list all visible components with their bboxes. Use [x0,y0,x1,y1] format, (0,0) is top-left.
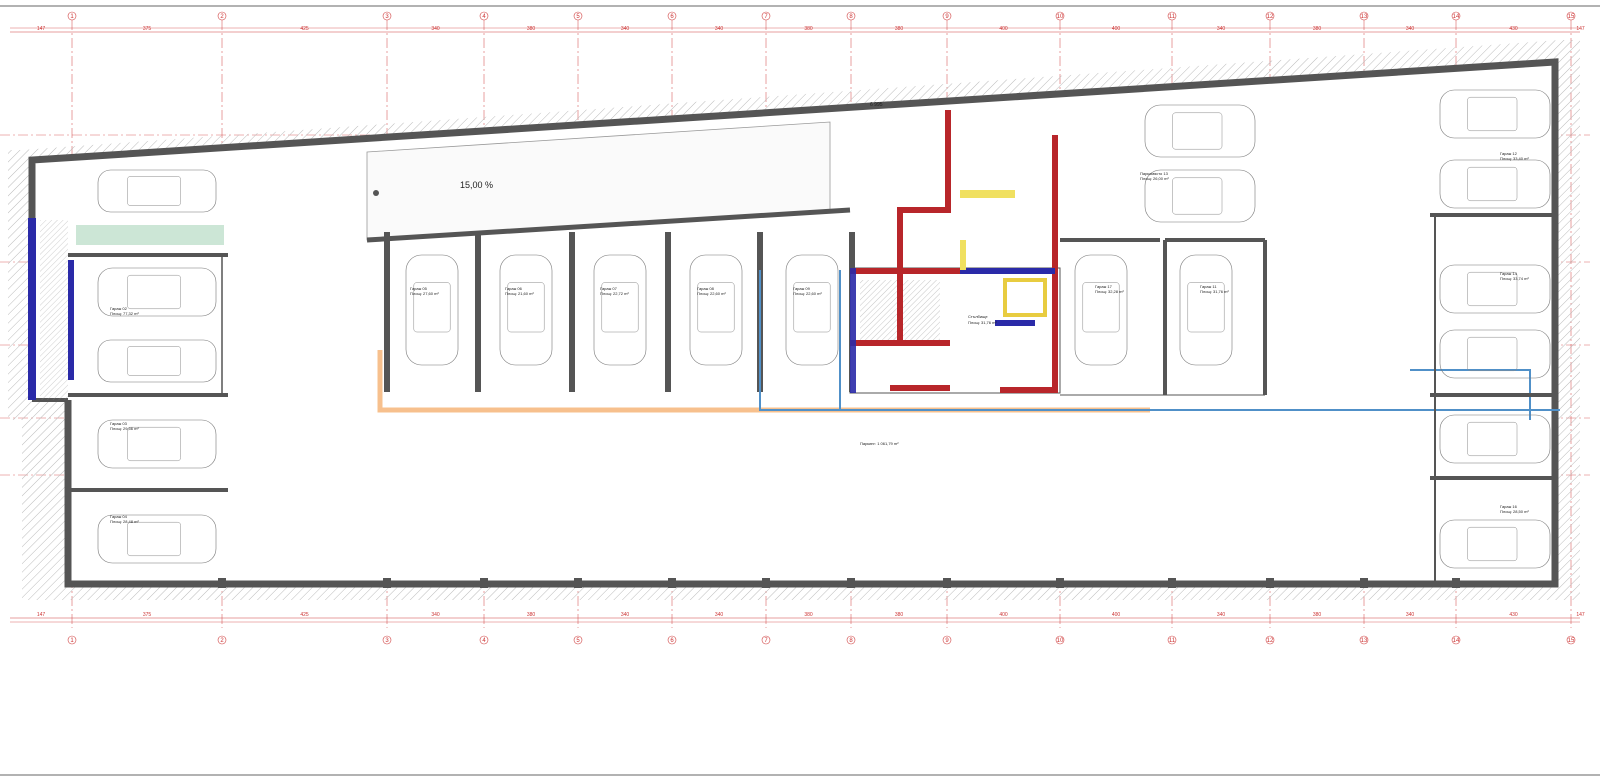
dimension-bottom: 340 [715,612,724,618]
left-stair-hatch [40,220,68,400]
axis-label-bottom: 15 [1568,638,1575,644]
floor-plan-drawing: 1122334455667788991010111112121313141415… [0,5,1600,776]
dimension-bottom: 340 [621,612,630,618]
garage-08-area: Площ: 22,60 m² [697,291,726,296]
column [762,578,770,588]
column [668,578,676,588]
ramp-marker-icon [373,190,379,196]
dimension-top: 425 [300,26,309,32]
dimension-bottom: 425 [300,612,309,618]
axis-label-bottom: 11 [1169,638,1176,644]
dimension-bottom: 147 [1576,612,1585,618]
column [383,578,391,588]
column [574,578,582,588]
parking-circulation-area: Паркинг: 1 061,79 m² [860,441,899,446]
yellow-element-1 [960,190,1015,198]
dimension-bottom: 340 [1406,612,1415,618]
garage-16-area: Площ: 28,50 m² [1500,509,1529,514]
column [1360,578,1368,588]
dimension-bottom: 430 [1509,612,1518,618]
overall-dimension: 6 995 [870,102,883,108]
fire-wall-5 [890,385,950,391]
core-blue-wall-left [850,268,856,393]
dimension-bottom: 147 [37,612,46,618]
garage-06-area: Площ: 21,60 m² [505,291,534,296]
column [943,578,951,588]
dimension-bottom: 380 [804,612,813,618]
dimension-top: 430 [1509,26,1518,32]
axis-label-top: 15 [1568,14,1575,20]
dimension-bottom: 400 [1112,612,1121,618]
garage-17-area: Площ: 32,28 m² [1095,289,1124,294]
garage-04-area: Площ: 28,48 m² [110,519,139,524]
dimension-top: 147 [37,26,46,32]
axis-label-bottom: 14 [1453,638,1460,644]
dimension-top: 380 [527,26,536,32]
garage-07-area: Площ: 22,72 m² [600,291,629,296]
dimension-values-bottom: 147 375 425 340 380 340 340 380 380 400 400 340 380 3… [37,612,1585,618]
column [1168,578,1176,588]
column [1266,578,1274,588]
dimension-top: 380 [804,26,813,32]
axis-label-bottom: 10 [1057,638,1064,644]
garage-partition [665,232,671,392]
garage-12-area: Площ: 33,40 m² [1500,156,1529,161]
column [480,578,488,588]
left-blue-wall-inner [68,260,74,380]
garage-11-area: Площ: 31,76 m² [1200,289,1229,294]
dimension-top: 400 [1112,26,1121,32]
axis-label-top: 12 [1267,14,1274,20]
dimension-bottom: 340 [1217,612,1226,618]
dimension-top: 380 [1313,26,1322,32]
dimension-top: 340 [621,26,630,32]
column [1056,578,1064,588]
dimension-bottom: 340 [431,612,440,618]
column [1452,578,1460,588]
dimension-bottom: 380 [1313,612,1322,618]
garage-14-area: Площ: 33,74 m² [1500,276,1529,281]
garage-partition [569,232,575,392]
dimension-bottom: 380 [527,612,536,618]
axis-label-top: 10 [1057,14,1064,20]
garage-09-area: Площ: 22,60 m² [793,291,822,296]
dimension-top: 147 [1576,26,1585,32]
axis-label-bottom: 13 [1361,638,1368,644]
green-zone [76,225,224,245]
stair-label: Стълбище [968,314,988,319]
axis-label-top: 14 [1453,14,1460,20]
garage-05-area: Площ: 27,60 m² [410,291,439,296]
column [218,578,226,588]
column [847,578,855,588]
dimension-top: 340 [715,26,724,32]
fire-wall-3 [850,268,960,274]
dimension-top: 380 [895,26,904,32]
dimension-top: 340 [1217,26,1226,32]
axis-label-top: 11 [1169,14,1176,20]
parking-13-area: Площ: 26,00 m² [1140,176,1169,181]
dimension-bottom: 375 [143,612,152,618]
garage-03-area: Площ: 29,56 m² [110,426,139,431]
dimension-bottom: 380 [895,612,904,618]
stair-area: Площ: 31,76 m² [968,320,997,325]
core-blue-wall-mid [995,320,1035,326]
core-blue-wall-top [960,268,1055,274]
axis-label-top: 13 [1361,14,1368,20]
dimension-top: 375 [143,26,152,32]
garage-partition [475,232,481,392]
dimension-values-top: 147 375 425 340 380 340 340 380 380 400 400 340 380 3… [37,26,1585,32]
fire-wall-4 [850,340,950,346]
garage-partition [384,232,390,392]
dimension-top: 400 [999,26,1008,32]
ramp-slope-label: 15,00 % [460,180,493,190]
dimension-top: 340 [1406,26,1415,32]
left-blue-wall [28,218,36,400]
garage-02-area: Площ: 77,32 m² [110,311,139,316]
axis-label-bottom: 12 [1267,638,1274,644]
dimension-top: 340 [431,26,440,32]
yellow-element-2 [960,240,966,270]
dimension-bottom: 400 [999,612,1008,618]
